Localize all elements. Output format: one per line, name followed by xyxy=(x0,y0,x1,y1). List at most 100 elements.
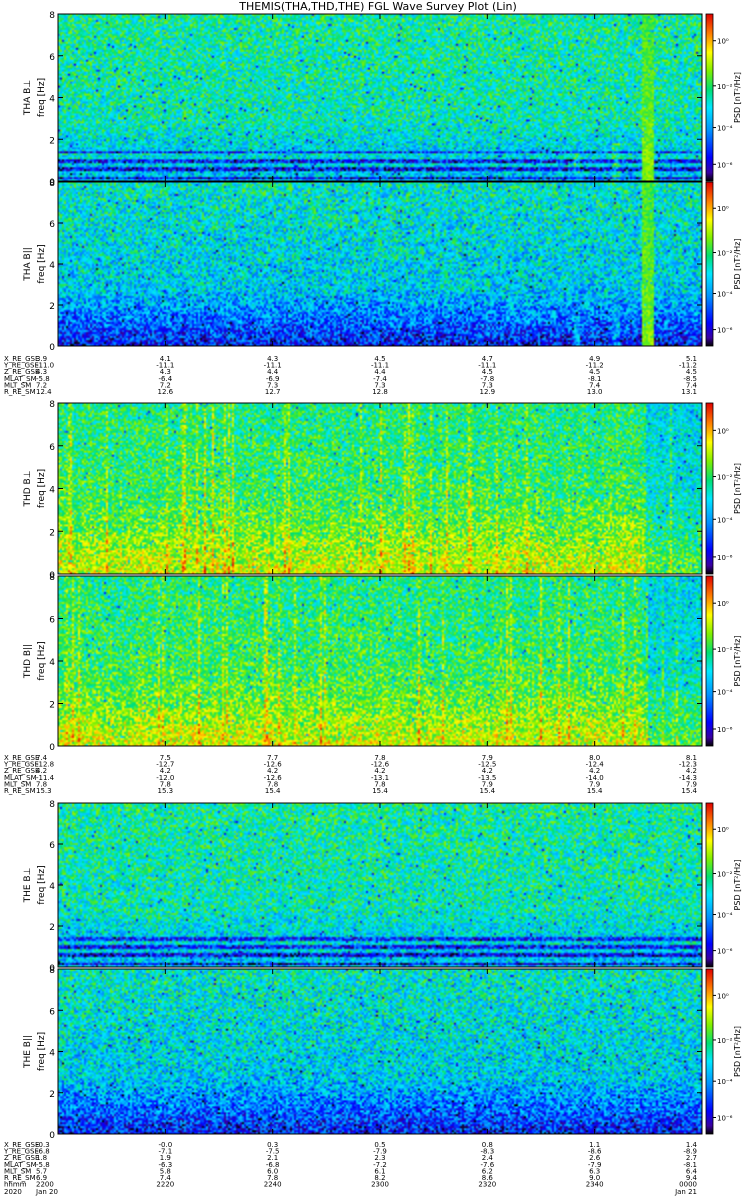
heatmap-image xyxy=(58,576,702,746)
colorbar-tick-label: 10⁻⁴ xyxy=(717,516,733,524)
colorbar xyxy=(705,181,714,347)
time-tick-label: 2320 xyxy=(478,1181,496,1189)
ephem-value: 12.7 xyxy=(265,388,281,396)
freq-tick-label: 6 xyxy=(49,53,55,63)
spectrogram-panel: 0 2 4 6 8 THE B|| freq [Hz] 10⁰ 10⁻² 10⁻⁴ 10⁻⁶ PSD … xyxy=(23,966,742,1141)
ephem-value: 13.1 xyxy=(681,388,697,396)
freq-tick-label: 0 xyxy=(49,343,55,353)
ephem-value: 15.4 xyxy=(480,787,496,795)
freq-tick-label: 8 xyxy=(49,573,55,583)
colorbar-tick-label: 10⁻² xyxy=(717,83,733,91)
freq-tick-label: 8 xyxy=(49,11,55,21)
ephem-value: 15.4 xyxy=(587,787,603,795)
ephem-value: 12.8 xyxy=(372,388,388,396)
panel-label: THD B⊥ xyxy=(23,470,33,507)
colorbar-tick-label: 10⁻² xyxy=(717,250,733,258)
panel-label: THE B⊥ xyxy=(23,867,33,903)
time-axis: hhmm20202200 2220 2240 2300 2320 2340 0000Jan … xyxy=(4,1181,697,1197)
freq-tick-label: 2 xyxy=(49,701,55,711)
freq-axis-label: freq [Hz] xyxy=(37,469,47,508)
colorbar-tick-label: 10⁻⁶ xyxy=(717,554,733,562)
time-tick-label: 2340 xyxy=(586,1181,604,1189)
freq-tick-label: 8 xyxy=(49,179,55,189)
freq-tick-label: 4 xyxy=(49,1049,55,1059)
ephemeris-table: X_RE_GSE7.4 7.5 7.7 7.8 7.9 8.0 8.1Y_RE_GSE-12… xyxy=(3,754,698,795)
colorbar-tick-label: 10⁰ xyxy=(717,427,729,435)
plot-title: THEMIS(THA,THD,THE) FGL Wave Survey Plot… xyxy=(238,0,517,13)
time-tick-label: 2300 xyxy=(371,1181,389,1189)
colorbar-label: PSD [nT²/Hz] xyxy=(733,463,742,514)
freq-tick-label: 8 xyxy=(49,800,55,810)
colorbar-tick-label: 10⁻⁴ xyxy=(717,291,733,299)
ephemeris-table: X_RE_GSE3.9 4.1 4.3 4.5 4.7 4.9 5.1Y_RE_GSE-11… xyxy=(3,355,698,396)
heatmap-image xyxy=(58,403,702,574)
freq-tick-label: 4 xyxy=(49,261,55,271)
freq-tick-label: 2 xyxy=(49,1090,55,1100)
heatmap-image xyxy=(58,14,702,181)
freq-tick-label: 2 xyxy=(49,528,55,538)
freq-tick-label: 4 xyxy=(49,882,55,892)
freq-axis-label: freq [Hz] xyxy=(37,865,47,904)
date-label: Jan 21 xyxy=(674,1188,697,1196)
panel-label: THA B⊥ xyxy=(23,80,33,116)
freq-tick-label: 2 xyxy=(49,923,55,933)
freq-axis-label: freq [Hz] xyxy=(37,641,47,680)
colorbar-tick-label: 10⁻⁶ xyxy=(717,327,733,335)
colorbar-tick-label: 10⁰ xyxy=(717,992,729,1000)
ephemeris-table: X_RE_GSE-0.3 -0.0 0.3 0.5 0.8 1.1 1.4Y_RE_GSE-… xyxy=(3,1141,698,1182)
spectrogram-panel: 02468THD B⊥ freq [Hz]10⁰10⁻²10⁻⁴10⁻⁶PSD [… xyxy=(23,400,742,581)
colorbar-tick-label: 10⁰ xyxy=(717,826,729,834)
ephem-row-label: R_RE_SM xyxy=(4,787,36,795)
spectrogram-panel: 0 2 4 6 8 THA B|| freq [Hz] 10⁰ 10⁻² 10⁻⁴ 10⁻⁶ PSD … xyxy=(23,179,742,353)
colorbar-tick-label: 10⁻² xyxy=(717,646,733,654)
freq-tick-label: 4 xyxy=(49,486,55,496)
time-tick-label: 2240 xyxy=(264,1181,282,1189)
colorbar xyxy=(705,802,714,968)
spectrogram-panel: 0 2 4 6 8 THD B|| freq [Hz] 10⁰ 10⁻² 10⁻⁴ 10⁻⁶ PSD … xyxy=(23,573,742,753)
colorbar-tick-label: 10⁻⁶ xyxy=(717,948,733,956)
colorbar xyxy=(705,402,714,575)
ephem-value: 15.3 xyxy=(36,787,52,795)
wave-survey-plot: THEMIS(THA,THD,THE) FGL Wave Survey Plot… xyxy=(0,0,750,1200)
freq-tick-label: 6 xyxy=(49,443,55,453)
spectrogram-panel: 02468THA B⊥ freq [Hz]10⁰10⁻²10⁻⁴10⁻⁶PSD [… xyxy=(23,11,742,188)
time-axis-label: 2020 xyxy=(4,1188,22,1196)
date-label: Jan 20 xyxy=(35,1188,58,1196)
freq-tick-label: 0 xyxy=(49,743,55,753)
colorbar-tick-label: 10⁻² xyxy=(717,1037,733,1045)
colorbar-tick-label: 10⁰ xyxy=(717,600,729,608)
plot-canvas: THEMIS(THA,THD,THE) FGL Wave Survey Plot… xyxy=(3,0,742,1197)
ephem-value: 12.4 xyxy=(36,388,52,396)
colorbar-label: PSD [nT²/Hz] xyxy=(733,239,742,290)
colorbar-tick-label: 10⁻⁶ xyxy=(717,1115,733,1123)
freq-tick-label: 6 xyxy=(49,841,55,851)
freq-tick-label: 2 xyxy=(49,302,55,312)
freq-axis-label: freq [Hz] xyxy=(37,1032,47,1071)
spectrogram-panel: 02468THE B⊥ freq [Hz]10⁰10⁻²10⁻⁴10⁻⁶PSD [… xyxy=(23,800,742,974)
ephem-value: 13.0 xyxy=(587,388,603,396)
ephem-row-label: R_RE_SM xyxy=(4,388,36,396)
colorbar xyxy=(705,968,714,1135)
colorbar-tick-label: 10⁰ xyxy=(717,205,729,213)
freq-tick-label: 4 xyxy=(49,658,55,668)
colorbar-label: PSD [nT²/Hz] xyxy=(733,72,742,123)
freq-axis-label: freq [Hz] xyxy=(37,244,47,283)
freq-tick-label: 6 xyxy=(49,220,55,230)
colorbar-label: PSD [nT²/Hz] xyxy=(733,860,742,911)
freq-tick-label: 6 xyxy=(49,1007,55,1017)
colorbar-tick-label: 10⁻⁴ xyxy=(717,125,733,133)
freq-tick-label: 2 xyxy=(49,136,55,146)
heatmap-image xyxy=(58,803,702,967)
colorbar-tick-label: 10⁻⁴ xyxy=(717,912,733,920)
freq-axis-label: freq [Hz] xyxy=(37,78,47,117)
ephem-value: 12.6 xyxy=(158,388,174,396)
ephem-value: 15.4 xyxy=(265,787,281,795)
panel-label: THA B|| xyxy=(23,247,33,282)
colorbar-tick-label: 10⁻⁶ xyxy=(717,726,733,734)
panel-label: THE B|| xyxy=(23,1035,33,1069)
freq-tick-label: 8 xyxy=(49,966,55,976)
colorbar-tick-label: 10⁻² xyxy=(717,474,733,482)
colorbar xyxy=(705,13,714,182)
ephem-value: 15.4 xyxy=(372,787,388,795)
colorbar-tick-label: 10⁻⁶ xyxy=(717,161,733,169)
